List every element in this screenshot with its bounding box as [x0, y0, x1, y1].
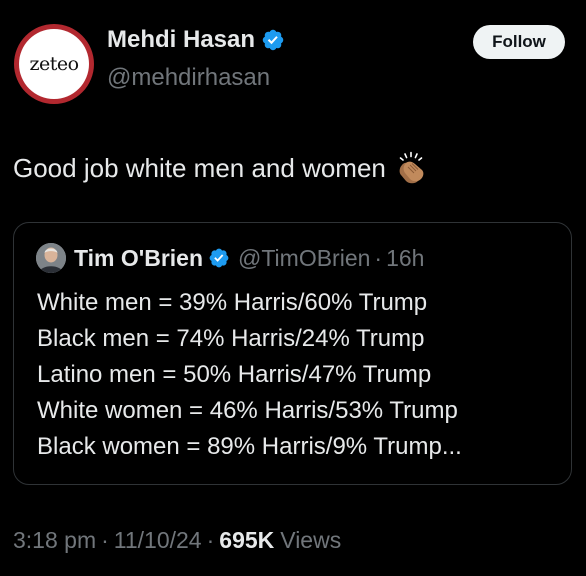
quoted-text-line: White men = 39% Harris/60% Trump	[37, 289, 428, 316]
views-label: Views	[280, 527, 342, 553]
views-count: 695K	[219, 527, 275, 553]
author-avatar[interactable]: zeteo	[14, 24, 94, 104]
quoted-tweet-text: White men = 39% Harris/60% Trump Black m…	[37, 285, 462, 465]
clapping-hands-icon	[399, 151, 424, 184]
meta-separator: ·	[101, 527, 109, 553]
verified-badge-icon	[262, 29, 284, 51]
quoted-author-name[interactable]: Tim O'Brien	[74, 245, 203, 272]
follow-button[interactable]: Follow	[473, 25, 565, 59]
quoted-author-handle[interactable]: @TimOBrien	[238, 245, 370, 272]
avatar-logo-text: zeteo	[29, 53, 79, 75]
author-display-name[interactable]: Mehdi Hasan	[107, 26, 255, 54]
author-name-row: Mehdi Hasan	[107, 26, 285, 54]
author-avatar-inner: zeteo	[19, 29, 89, 99]
author-handle[interactable]: @mehdirhasan	[107, 64, 270, 92]
quoted-header-separator: ·	[374, 244, 383, 271]
quoted-text-line: Black men = 74% Harris/24% Trump	[37, 325, 425, 352]
quoted-verified-badge-icon	[209, 248, 229, 268]
tweet-meta: 3:18 pm · 11/10/24 · 695K Views	[13, 527, 341, 554]
tweet-date[interactable]: 11/10/24	[114, 527, 202, 554]
tweet: zeteo Mehdi Hasan @mehdirhasan Follow Go…	[0, 0, 586, 576]
tweet-time[interactable]: 3:18 pm	[13, 527, 96, 554]
quoted-text-line: Black women = 89% Harris/9% Trump...	[37, 433, 462, 460]
tweet-text: Good job white men and women	[13, 152, 386, 183]
tweet-body: Good job white men and women	[13, 151, 428, 185]
meta-separator: ·	[206, 527, 215, 553]
quoted-timestamp[interactable]: 16h	[386, 245, 424, 272]
person-avatar-icon	[36, 243, 66, 273]
quoted-text-line: Latino men = 50% Harris/47% Trump	[37, 361, 432, 388]
quoted-tweet[interactable]: Tim O'Brien @TimOBrien · 16h White men =…	[13, 222, 572, 485]
quoted-text-line: White women = 46% Harris/53% Trump	[37, 397, 458, 424]
quoted-tweet-header: Tim O'Brien @TimOBrien · 16h	[36, 243, 424, 273]
quoted-author-avatar[interactable]	[36, 243, 66, 273]
